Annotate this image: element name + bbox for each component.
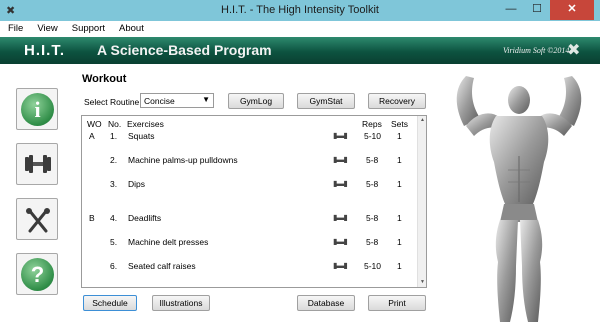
routine-value: Concise [144, 96, 175, 106]
schedule-button[interactable]: Schedule [83, 295, 137, 311]
logo-icon: ✖ [567, 42, 581, 59]
table-row[interactable]: A 1. Squats ▮▬▮ 5-10 1 [82, 130, 418, 143]
table-row[interactable]: 3. Dips ▮▬▮ 5-8 1 [82, 178, 418, 191]
banner-subtitle: A Science-Based Program [97, 42, 272, 58]
exercise-button[interactable] [16, 143, 58, 185]
fork-knife-icon [26, 208, 50, 233]
column-header-reps: Reps [362, 119, 382, 129]
dumbbell-icon [25, 155, 51, 173]
table-row[interactable]: 6. Seated calf raises ▮▬▮ 5-10 1 [82, 260, 418, 273]
column-header-no: No. [108, 119, 122, 129]
exercise-list[interactable]: WO No. Exercises Reps Sets A 1. Squats ▮… [81, 115, 427, 288]
workout-heading: Workout [82, 73, 127, 85]
dumbbell-icon: ▮▬▮ [333, 237, 348, 246]
menu-about[interactable]: About [111, 21, 150, 34]
illustrations-button[interactable]: Illustrations [152, 295, 210, 311]
help-button[interactable]: ? [16, 253, 58, 295]
exercise-name: Machine delt presses [128, 237, 209, 247]
menu-support[interactable]: Support [64, 21, 111, 34]
table-row[interactable]: 5. Machine delt presses ▮▬▮ 5-8 1 [82, 236, 418, 249]
bodybuilder-figure [456, 76, 582, 322]
vertical-scrollbar[interactable]: ▲ ▼ [417, 116, 426, 287]
help-icon: ? [21, 258, 54, 291]
table-row[interactable]: 2. Machine palms-up pulldowns ▮▬▮ 5-8 1 [82, 154, 418, 167]
close-button[interactable]: ✕ [550, 0, 594, 20]
column-header-exercises: Exercises [127, 119, 164, 129]
chevron-down-icon: ▼ [202, 95, 210, 104]
menu-view[interactable]: View [29, 21, 63, 34]
table-row[interactable]: B 4. Deadlifts ▮▬▮ 5-8 1 [82, 212, 418, 225]
info-button[interactable]: i [16, 88, 58, 130]
menu-bar: File View Support About [0, 21, 600, 37]
column-header-wo: WO [87, 119, 102, 129]
brand-label: Viridium Soft ©2014 [503, 46, 570, 55]
dumbbell-icon: ▮▬▮ [333, 261, 348, 270]
gymlog-button[interactable]: GymLog [228, 93, 284, 109]
dumbbell-icon: ▮▬▮ [333, 131, 348, 140]
dumbbell-icon: ▮▬▮ [333, 213, 348, 222]
recovery-button[interactable]: Recovery [368, 93, 426, 109]
minimize-button[interactable]: — [498, 0, 524, 20]
print-button[interactable]: Print [368, 295, 426, 311]
banner: H.I.T. A Science-Based Program Viridium … [0, 37, 600, 64]
routine-select[interactable]: Concise ▼ [140, 93, 214, 108]
exercise-name: Seated calf raises [128, 261, 196, 271]
exercise-name: Dips [128, 179, 146, 189]
column-header-sets: Sets [391, 119, 409, 129]
info-icon: i [21, 93, 54, 126]
scroll-up-icon[interactable]: ▲ [418, 116, 427, 125]
gymstat-button[interactable]: GymStat [297, 93, 355, 109]
dumbbell-icon: ▮▬▮ [333, 179, 348, 188]
maximize-button[interactable]: ☐ [524, 0, 550, 20]
scroll-down-icon[interactable]: ▼ [418, 278, 427, 287]
title-bar: ✖ H.I.T. - The High Intensity Toolkit — … [0, 0, 600, 21]
menu-file[interactable]: File [0, 21, 29, 34]
app-name: H.I.T. [24, 42, 66, 59]
database-button[interactable]: Database [297, 295, 355, 311]
dumbbell-icon: ▮▬▮ [333, 155, 348, 164]
routine-label: Select Routine: [84, 97, 142, 107]
exercise-name: Squats [128, 131, 155, 141]
exercise-name: Machine palms-up pulldowns [128, 155, 238, 165]
exercise-name: Deadlifts [128, 213, 162, 223]
nutrition-button[interactable] [16, 198, 58, 240]
